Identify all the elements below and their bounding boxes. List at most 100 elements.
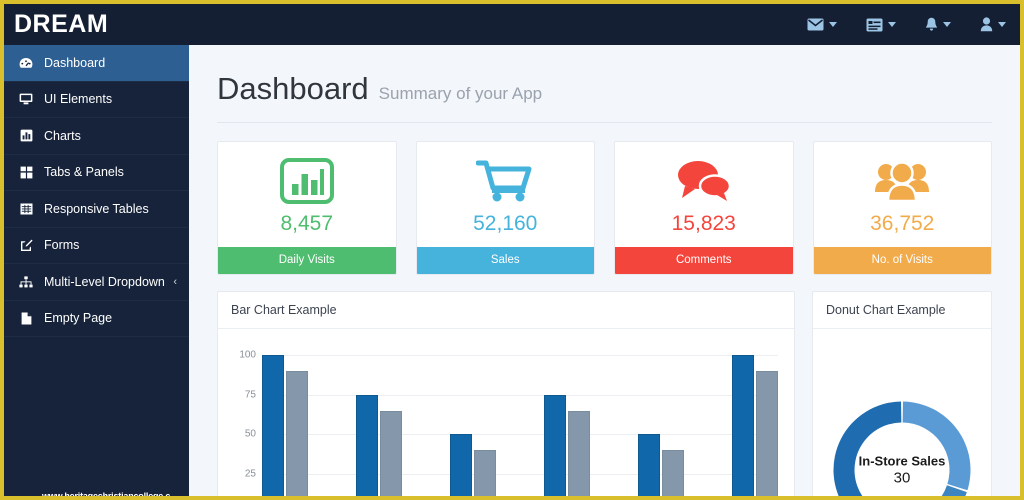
tachometer-icon: [16, 57, 36, 69]
bar[interactable]: [756, 370, 778, 496]
shopping-cart-icon: [417, 150, 595, 212]
sidebar-item-empty-page[interactable]: Empty Page: [4, 301, 189, 337]
bar-group: [356, 394, 402, 496]
chevron-down-icon: [998, 22, 1006, 27]
topnav-actions: [807, 17, 1020, 32]
page-title: Dashboard: [217, 71, 369, 106]
top-navbar: DREAM: [4, 4, 1020, 45]
stat-value: 8,457: [280, 212, 334, 235]
desktop-icon: [16, 93, 36, 105]
sidebar-item-label: Empty Page: [44, 311, 113, 326]
chevron-down-icon: [888, 22, 896, 27]
bar-group: [638, 434, 684, 496]
sidebar-item-label: UI Elements: [44, 92, 113, 107]
bar[interactable]: [662, 450, 684, 496]
sidebar-item-charts[interactable]: Charts: [4, 118, 189, 155]
file-icon: [16, 312, 36, 325]
sidebar-item-multi-level-dropdown[interactable]: Multi-Level Dropdown ‹: [4, 264, 189, 301]
bar[interactable]: [262, 354, 284, 496]
y-axis-tick: 25: [244, 468, 256, 480]
donut-graphic: In-Store Sales 30: [830, 398, 974, 496]
bar-chart-panel-body: 100 75 50 25: [218, 329, 794, 496]
sidebar-item-label: Tabs & Panels: [44, 165, 124, 180]
sidebar-nav: Dashboard UI Elements Charts Tabs & Pane…: [4, 45, 189, 496]
bar[interactable]: [380, 410, 402, 496]
bar[interactable]: [474, 450, 496, 496]
sidebar-item-forms[interactable]: Forms: [4, 228, 189, 264]
stat-label: Daily Visits: [218, 247, 396, 274]
brand-logo[interactable]: DREAM: [4, 4, 189, 45]
sitemap-icon: [16, 276, 36, 288]
sidebar-item-arrow: ‹: [173, 275, 177, 288]
donut-chart-panel-body: In-Store Sales 30: [813, 329, 991, 496]
app-frame: DREAM Dashboard UI Elements Charts Tabs …: [4, 4, 1020, 496]
tasks-dropdown[interactable]: [866, 18, 896, 32]
stat-label: Sales: [416, 247, 594, 274]
user-icon: [980, 17, 993, 32]
donut-segment[interactable]: [902, 401, 971, 491]
bar-group: [262, 354, 308, 496]
sidebar-item-label: Forms: [44, 238, 80, 253]
comments-icon: [615, 150, 793, 212]
sidebar-item-label: Charts: [44, 128, 81, 143]
page-header: Dashboard Summary of your App: [217, 71, 992, 123]
bar[interactable]: [544, 394, 566, 496]
sidebar-item-label: Dashboard: [44, 55, 106, 70]
bar[interactable]: [568, 410, 590, 496]
user-dropdown[interactable]: [980, 17, 1006, 32]
bar-group: [450, 434, 496, 496]
stat-label: Comments: [615, 247, 793, 274]
bar-chart-box-icon: [218, 150, 396, 212]
stat-value: 15,823: [671, 212, 736, 235]
page-subtitle: Summary of your App: [378, 84, 543, 103]
bar-chart-panel-title: Bar Chart Example: [218, 292, 794, 329]
stat-label: No. of Visits: [813, 247, 991, 274]
y-axis-tick: 75: [244, 389, 256, 401]
messages-dropdown[interactable]: [807, 18, 837, 31]
donut-segment[interactable]: [847, 485, 967, 496]
tasks-icon: [866, 18, 883, 32]
donut-chart[interactable]: In-Store Sales 30: [825, 339, 979, 496]
alerts-dropdown[interactable]: [925, 17, 951, 32]
sidebar-item-dashboard[interactable]: Dashboard: [4, 45, 189, 82]
th-large-icon: [16, 166, 36, 179]
stat-cards: 8,457 Daily Visits 52,160 Sales 15,823 C…: [217, 141, 992, 275]
edit-icon: [16, 239, 36, 252]
bar[interactable]: [286, 370, 308, 496]
bar[interactable]: [732, 354, 754, 496]
users-icon: [814, 150, 992, 212]
stat-value: 36,752: [870, 212, 935, 235]
stat-card-no-of-visits[interactable]: 36,752 No. of Visits: [812, 141, 992, 275]
bar[interactable]: [450, 434, 472, 496]
bar-chart-panel: Bar Chart Example 100 75 50 25: [217, 291, 795, 496]
chevron-down-icon: [829, 22, 837, 27]
stat-value: 52,160: [473, 212, 538, 235]
bar-chart[interactable]: 100 75 50 25: [230, 339, 782, 496]
main-content: Dashboard Summary of your App 8,457 Dail…: [189, 45, 1020, 496]
donut-chart-panel: Donut Chart Example In-Store Sales 30: [812, 291, 992, 496]
sidebar-item-tabs-panels[interactable]: Tabs & Panels: [4, 155, 189, 191]
table-icon: [16, 203, 36, 215]
sidebar-item-label: Responsive Tables: [44, 201, 149, 216]
bar-group: [732, 354, 778, 496]
y-axis-tick: 100: [239, 349, 256, 361]
y-axis-tick: 50: [244, 428, 256, 440]
chart-panels: Bar Chart Example 100 75 50 25 Donut Chart …: [217, 291, 992, 496]
bar[interactable]: [638, 434, 660, 496]
chart-bar-icon: [16, 129, 36, 142]
site-watermark: www.heritagechristiancollege.c: [42, 491, 171, 496]
bar-chart-plot: [262, 339, 778, 496]
bell-icon: [925, 17, 938, 32]
bar-group: [544, 394, 590, 496]
sidebar-item-label: Multi-Level Dropdown: [44, 274, 165, 289]
stat-card-comments[interactable]: 15,823 Comments: [614, 141, 794, 275]
stat-card-daily-visits[interactable]: 8,457 Daily Visits: [217, 141, 397, 275]
sidebar-item-responsive-tables[interactable]: Responsive Tables: [4, 191, 189, 228]
donut-chart-panel-title: Donut Chart Example: [813, 292, 991, 329]
bar[interactable]: [356, 394, 378, 496]
donut-segment[interactable]: [833, 401, 902, 496]
envelope-icon: [807, 18, 824, 31]
stat-card-sales[interactable]: 52,160 Sales: [415, 141, 595, 275]
sidebar-item-ui-elements[interactable]: UI Elements: [4, 82, 189, 118]
chevron-down-icon: [943, 22, 951, 27]
